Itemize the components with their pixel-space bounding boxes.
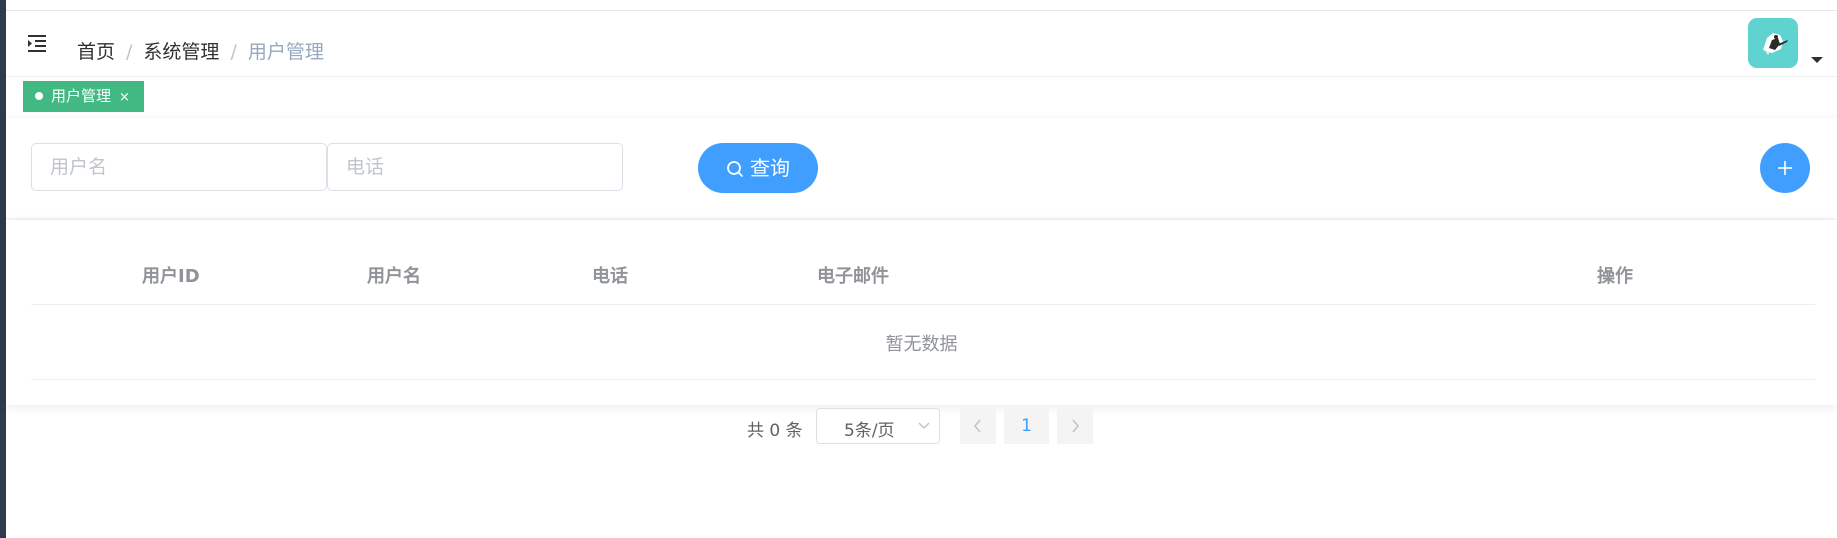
table-bottom-divider [31, 379, 1815, 380]
caret-down-icon[interactable] [1811, 57, 1823, 63]
column-header-email: 电子邮件 [817, 266, 889, 287]
add-user-button[interactable] [1760, 143, 1810, 193]
tag-label: 用户管理 [51, 87, 112, 105]
user-table: 用户ID 用户名 电话 电子邮件 操作 暂无数据 [6, 220, 1837, 405]
query-button-label: 查询 [750, 156, 790, 180]
query-button[interactable]: 查询 [698, 143, 818, 193]
chevron-down-icon [918, 422, 930, 430]
breadcrumb-home[interactable]: 首页 [77, 41, 115, 63]
plus-icon [1778, 161, 1792, 175]
prev-page-button[interactable] [960, 408, 996, 444]
breadcrumb: 首页 / 系统管理 / 用户管理 [77, 40, 324, 64]
page-size-select[interactable]: 5条/页 [816, 408, 940, 444]
active-dot-icon [35, 92, 43, 100]
username-input[interactable] [31, 143, 327, 191]
search-icon [727, 161, 744, 178]
tags-view: 用户管理 × [6, 76, 1837, 119]
chevron-left-icon [973, 419, 981, 433]
column-header-username: 用户名 [367, 266, 421, 287]
navbar: 首页 / 系统管理 / 用户管理 [6, 11, 1837, 76]
breadcrumb-separator: / [126, 41, 133, 63]
close-icon[interactable]: × [119, 82, 130, 113]
empty-state-text: 暂无数据 [885, 334, 958, 355]
breadcrumb-current: 用户管理 [247, 41, 324, 63]
column-header-actions: 操作 [1597, 266, 1633, 287]
hamburger-toggle-icon[interactable] [26, 30, 54, 58]
phone-input[interactable] [327, 143, 623, 191]
chevron-right-icon [1072, 419, 1080, 433]
breadcrumb-system[interactable]: 系统管理 [143, 41, 219, 63]
pagination-total: 共 0 条 [747, 421, 803, 441]
next-page-button[interactable] [1057, 408, 1093, 444]
search-panel: 查询 [6, 118, 1837, 218]
tag-user-management[interactable]: 用户管理 × [23, 81, 144, 112]
avatar-image-icon [1763, 33, 1788, 55]
breadcrumb-separator: / [230, 41, 237, 63]
column-header-user-id: 用户ID [142, 266, 200, 287]
column-header-phone: 电话 [592, 266, 628, 287]
avatar[interactable] [1748, 18, 1798, 68]
header-divider [31, 304, 1815, 305]
page-number[interactable]: 1 [1004, 408, 1049, 444]
page-size-value: 5条/页 [844, 421, 895, 441]
